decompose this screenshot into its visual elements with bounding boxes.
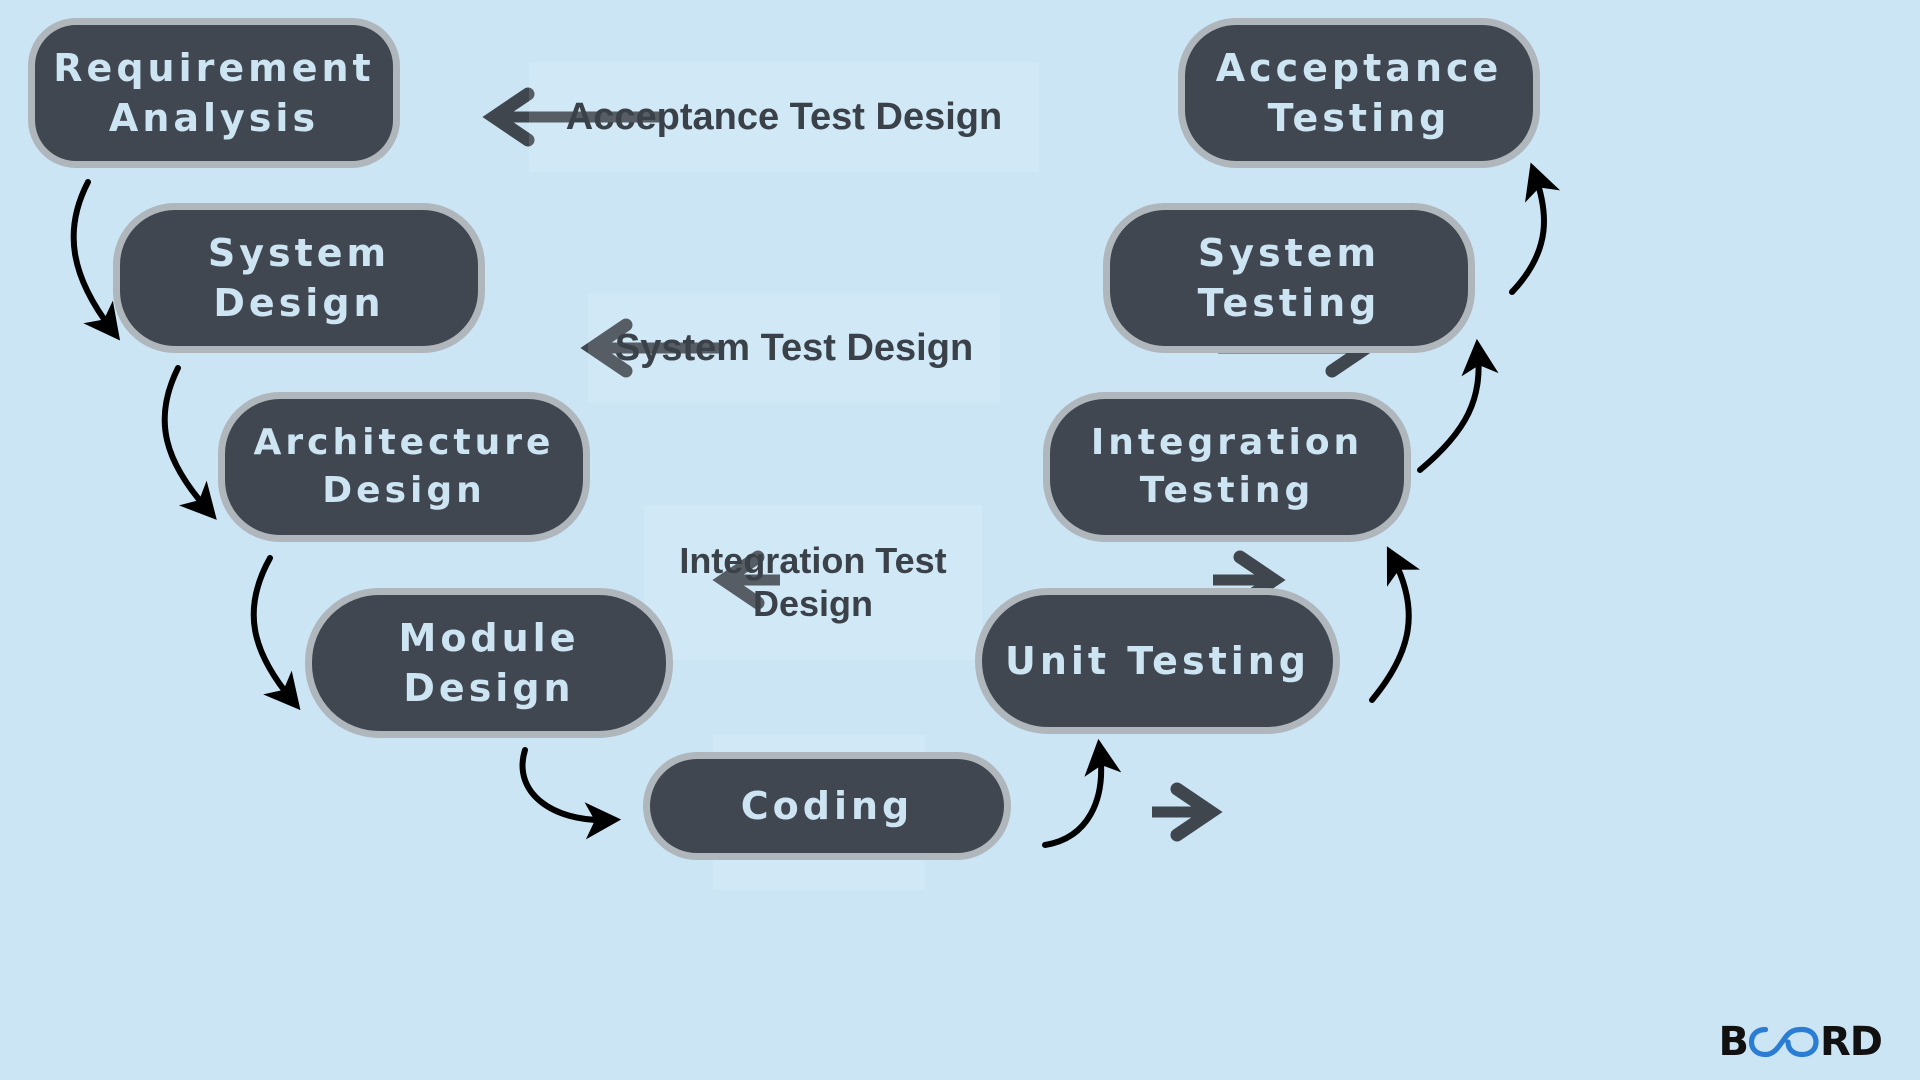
node-label-line2: Testing xyxy=(1139,470,1315,511)
node-label-line1: Integration xyxy=(1090,422,1364,464)
infinity-mark-icon xyxy=(1748,1026,1819,1058)
curve-system-testing-to-acceptance-testing xyxy=(1509,162,1561,295)
node-label-line2: Analysis xyxy=(108,96,320,140)
node-acceptance-testing[interactable]: Acceptance Testing xyxy=(1178,18,1540,168)
node-integration-testing[interactable]: Integration Testing xyxy=(1043,392,1411,542)
curve-integration-testing-to-system-testing xyxy=(1417,338,1499,473)
edge-label-line2: Design xyxy=(752,582,873,624)
node-label-line2: Design xyxy=(403,666,575,710)
node-label-line2: Design xyxy=(322,470,486,511)
v-model-diagram: Requirement Analysis System Design Archi… xyxy=(0,0,1920,1080)
node-label-line2: Design xyxy=(213,281,385,325)
curve-module-design-to-coding xyxy=(519,747,622,840)
node-label-line2: Testing xyxy=(1267,96,1451,140)
edge-label-acceptance-test-design: Acceptance Test Design xyxy=(529,62,1039,172)
edge-label-line1: Acceptance Test Design xyxy=(565,95,1003,138)
curve-system-design-to-architecture xyxy=(161,365,217,520)
node-label-line1: Unit Testing xyxy=(1004,638,1311,683)
node-label-line1: Requirement xyxy=(53,45,375,90)
node-label-line1: Acceptance xyxy=(1215,45,1503,90)
curve-unit-testing-to-integration-testing xyxy=(1369,546,1421,703)
node-coding[interactable]: Coding xyxy=(643,752,1011,860)
edge-label-line1: Integration Test xyxy=(679,540,947,582)
node-system-testing[interactable]: System Testing xyxy=(1103,203,1475,353)
curve-requirement-to-system-design xyxy=(70,179,121,341)
board-logo: B RD xyxy=(1718,1019,1883,1065)
logo-prefix: B xyxy=(1718,1019,1748,1065)
edge-label-line1: System Test Design xyxy=(614,326,974,369)
node-label-line2: Testing xyxy=(1197,281,1381,325)
node-label-line1: System xyxy=(207,230,391,275)
node-architecture-design[interactable]: Architecture Design xyxy=(218,392,590,542)
curve-coding-to-unit-testing xyxy=(1042,738,1122,848)
edge-label-system-test-design: System Test Design xyxy=(588,293,1000,403)
node-label-line1: Coding xyxy=(740,783,914,828)
curve-architecture-to-module-design xyxy=(250,555,301,711)
node-system-design[interactable]: System Design xyxy=(113,203,485,353)
node-requirement-analysis[interactable]: Requirement Analysis xyxy=(28,18,400,168)
edge-label-integration-test-design: Integration Test Design xyxy=(644,505,982,660)
node-label-line1: Module xyxy=(398,615,580,660)
node-label-line1: Architecture xyxy=(253,422,555,464)
node-label-line1: System xyxy=(1197,230,1381,275)
node-unit-testing[interactable]: Unit Testing xyxy=(975,588,1340,734)
node-module-design[interactable]: Module Design xyxy=(305,588,673,738)
logo-suffix: RD xyxy=(1819,1019,1883,1065)
